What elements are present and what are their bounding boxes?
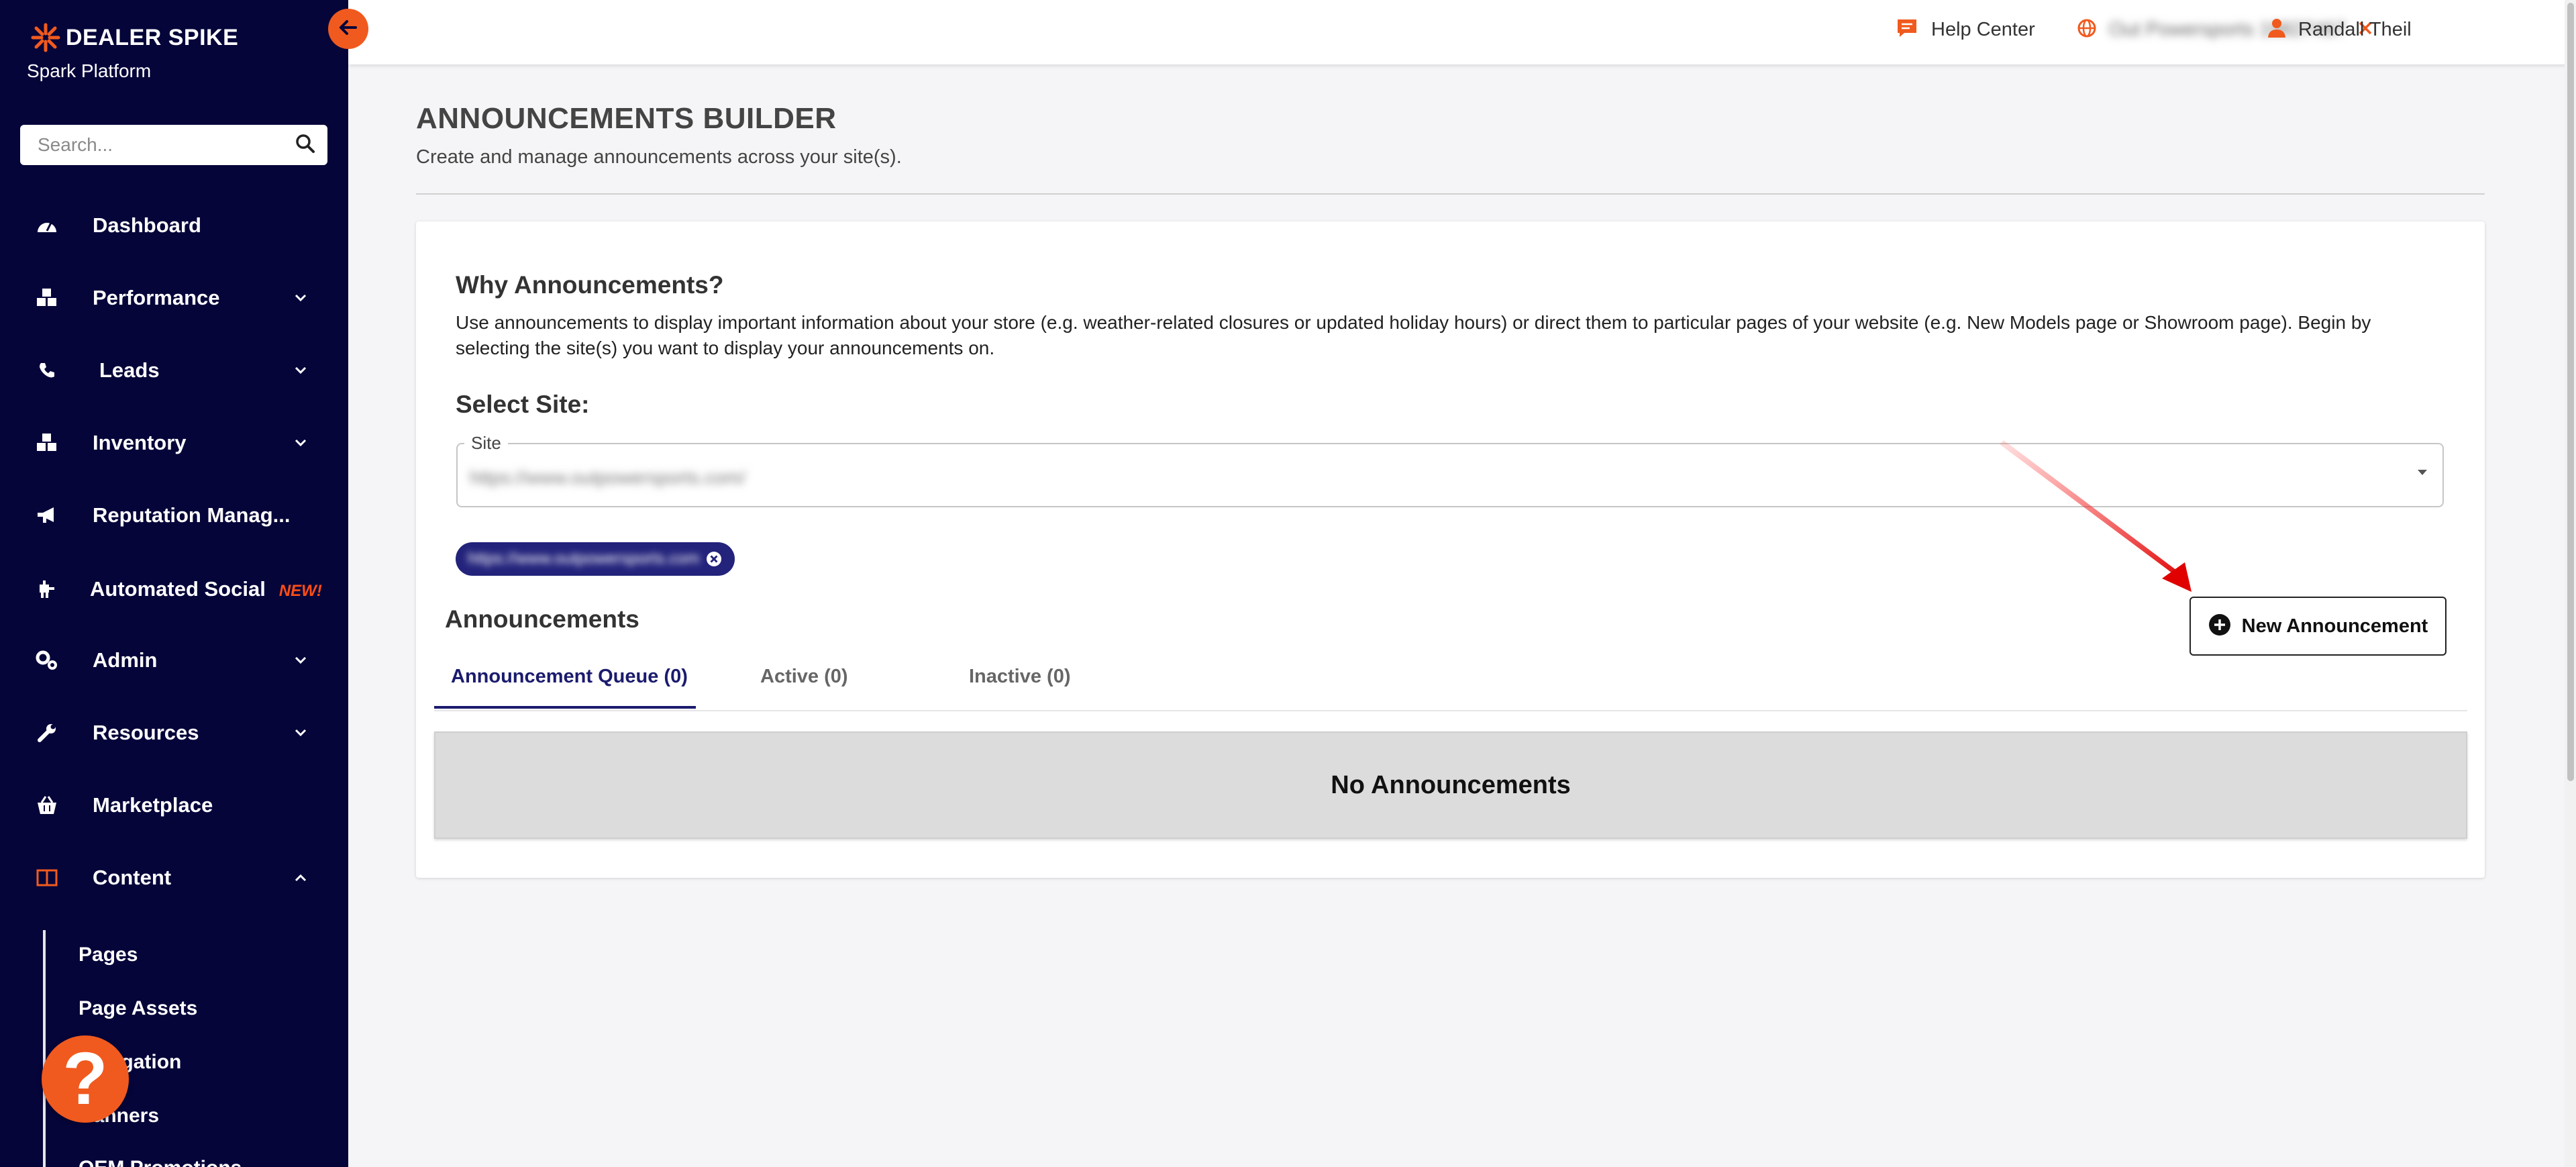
page-subtitle: Create and manage announcements across y… [416, 146, 902, 168]
sidebar-item-label-text: Automated Social [90, 577, 266, 601]
sidebar-item-marketplace[interactable]: Marketplace [0, 778, 348, 832]
sidebar-item-label: Inventory [93, 431, 187, 454]
sidebar-subitem-page-assets[interactable]: Page Assets [79, 997, 197, 1020]
book-icon [35, 866, 59, 890]
sidebar-item-label: Automated Social NEW! [90, 577, 322, 601]
chevron-down-icon [293, 652, 309, 668]
help-fab-button[interactable]: ? [42, 1035, 129, 1123]
megaphone-icon [35, 503, 59, 527]
tabs-divider [434, 710, 2467, 711]
divider [416, 193, 2485, 195]
user-icon [2267, 18, 2286, 42]
brand: DEALER SPIKE Spark Platform [27, 23, 239, 82]
topbar: Help Center Out Powersports 19827467 Ran… [348, 0, 2576, 64]
sidebar: DEALER SPIKE Spark Platform Dashboard Pe… [0, 0, 348, 1167]
globe-icon [2077, 18, 2097, 42]
chevron-down-icon [293, 435, 309, 451]
tab-announcement-queue[interactable]: Announcement Queue (0) [451, 666, 688, 688]
brand-subtitle: Spark Platform [27, 60, 152, 81]
site-select-value: https://www.outpowersports.com/ [470, 467, 745, 488]
sidebar-item-leads[interactable]: Leads [0, 344, 348, 397]
tab-active[interactable]: Active (0) [760, 666, 848, 688]
why-title: Why Announcements? [456, 271, 724, 299]
robot-icon [35, 577, 59, 601]
search-input[interactable] [36, 134, 295, 156]
arrow-left-icon [338, 19, 358, 40]
user-name: Randall Theil [2298, 19, 2412, 40]
dealer-spike-logo-icon [31, 23, 60, 52]
site-field-label: Site [464, 433, 508, 454]
chevron-down-icon [293, 362, 309, 378]
new-announcement-button[interactable]: New Announcement [2189, 597, 2446, 656]
brand-name: DEALER SPIKE [66, 24, 239, 50]
sidebar-item-label: Performance [93, 286, 220, 309]
sidebar-subitem-oem-promotions[interactable]: OEM Promotions [79, 1157, 242, 1167]
help-center-link[interactable]: Help Center [1896, 18, 2035, 42]
empty-state-label: No Announcements [1331, 770, 1571, 799]
sidebar-item-label: Resources [93, 721, 199, 744]
basket-icon [35, 793, 59, 817]
sidebar-search [20, 125, 327, 165]
red-arrow-annotation [2000, 440, 2192, 592]
caret-down-icon[interactable] [2416, 466, 2429, 479]
cubes-icon [35, 286, 59, 310]
chevron-down-icon [293, 725, 309, 741]
search-icon[interactable] [295, 134, 315, 157]
scrollbar-thumb[interactable] [2567, 3, 2574, 781]
sidebar-item-automated-social[interactable]: Automated Social NEW! [0, 562, 348, 616]
chip-remove-icon[interactable] [705, 550, 723, 568]
select-site-title: Select Site: [456, 391, 590, 418]
question-icon: ? [62, 1037, 108, 1120]
new-announcement-label: New Announcement [2241, 615, 2428, 637]
sidebar-item-label: Admin [93, 648, 158, 672]
sidebar-item-performance[interactable]: Performance [0, 271, 348, 325]
submenu-line [43, 930, 46, 1167]
sidebar-item-label: Leads [99, 358, 160, 382]
sidebar-item-content[interactable]: Content [0, 851, 348, 905]
sidebar-item-inventory[interactable]: Inventory [0, 416, 348, 470]
chevron-up-icon [293, 870, 309, 886]
empty-state-panel: No Announcements [434, 731, 2467, 839]
help-center-label: Help Center [1931, 19, 2035, 40]
chevron-down-icon [293, 290, 309, 306]
sidebar-item-label: Marketplace [93, 793, 213, 817]
plus-circle-icon [2208, 613, 2231, 640]
collapse-sidebar-button[interactable] [328, 9, 368, 49]
sidebar-subitem-pages[interactable]: Pages [79, 944, 138, 966]
active-tab-indicator [434, 706, 696, 709]
sidebar-item-resources[interactable]: Resources [0, 706, 348, 760]
sidebar-item-label: Dashboard [93, 213, 201, 237]
new-badge: NEW! [278, 582, 322, 600]
tab-inactive[interactable]: Inactive (0) [969, 666, 1071, 688]
gauge-icon [35, 213, 59, 238]
cubes-icon [35, 431, 59, 455]
sidebar-item-label: Reputation Manag... [93, 503, 291, 527]
announcements-title: Announcements [445, 605, 639, 633]
user-menu[interactable]: Randall Theil [2267, 18, 2412, 42]
sidebar-item-admin[interactable]: Admin [0, 633, 348, 687]
gears-icon [35, 648, 59, 672]
wrench-icon [35, 721, 59, 745]
chat-icon [1896, 18, 1918, 42]
sidebar-item-label: Content [93, 866, 172, 889]
sidebar-item-reputation[interactable]: Reputation Manag... [0, 489, 348, 542]
phone-icon [35, 358, 59, 383]
why-description: Use announcements to display important i… [456, 312, 2371, 358]
sidebar-item-dashboard[interactable]: Dashboard [0, 199, 348, 252]
page-title: ANNOUNCEMENTS BUILDER [416, 102, 837, 135]
chip-label: https://www.outpowersports.com [468, 550, 700, 568]
selected-site-chip: https://www.outpowersports.com [456, 542, 735, 576]
